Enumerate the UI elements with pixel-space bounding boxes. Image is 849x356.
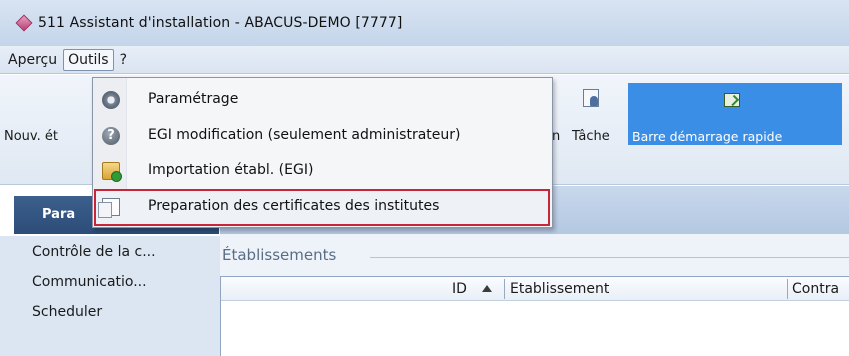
gear-icon — [102, 91, 120, 109]
column-header-id[interactable]: ID — [452, 281, 467, 297]
toolbar-partial-label[interactable]: n — [552, 129, 560, 144]
column-separator[interactable] — [787, 279, 788, 299]
quick-start-icon — [724, 93, 740, 107]
nav-item-controle[interactable]: Contrôle de la c... — [32, 244, 156, 260]
menu-apercu[interactable]: Aperçu — [4, 50, 61, 70]
column-header-etablissement[interactable]: Etablissement — [510, 281, 609, 297]
group-label-etablissements: Établissements — [222, 246, 345, 264]
nav-item-scheduler[interactable]: Scheduler — [32, 304, 102, 320]
app-diamond-icon — [15, 14, 33, 32]
copy-icon — [98, 198, 120, 218]
group-divider — [370, 257, 849, 258]
task-icon[interactable] — [583, 89, 599, 107]
column-header-contra[interactable]: Contra — [792, 281, 839, 297]
menu-item-importation[interactable]: Importation établ. (EGI) — [93, 153, 552, 189]
menu-item-preparation-certificates[interactable]: Preparation des certificates des institu… — [93, 189, 552, 225]
title-bar: 511 Assistant d'installation - ABACUS-DE… — [0, 0, 849, 46]
import-icon — [102, 162, 122, 182]
column-separator[interactable] — [504, 279, 505, 299]
sort-ascending-icon — [482, 285, 492, 292]
task-button[interactable]: Tâche — [572, 129, 610, 144]
menu-help[interactable]: ? — [116, 50, 131, 70]
menu-item-egi-modification[interactable]: ? EGI modification (seulement administra… — [93, 118, 552, 154]
menu-item-label: Preparation des certificates des institu… — [148, 198, 440, 214]
menu-item-label: Paramétrage — [148, 91, 239, 107]
window-title: 511 Assistant d'installation - ABACUS-DE… — [38, 15, 403, 31]
nav-item-communication[interactable]: Communicatio... — [32, 274, 147, 290]
new-establishment-button[interactable]: Nouv. ét — [4, 129, 58, 144]
menu-outils[interactable]: Outils — [63, 48, 114, 71]
grid-header: ID Etablissement Contra — [221, 277, 849, 301]
menu-bar: Aperçu Outils ? — [0, 46, 849, 74]
establishments-grid[interactable]: ID Etablissement Contra — [220, 276, 849, 356]
outils-dropdown-menu: Paramétrage ? EGI modification (seulemen… — [92, 77, 553, 228]
menu-item-label: EGI modification (seulement administrate… — [148, 127, 461, 143]
menu-item-parametrage[interactable]: Paramétrage — [93, 82, 552, 118]
quick-start-label: Barre démarrage rapide — [632, 129, 783, 144]
nav-list: Contrôle de la c... Communicatio... Sche… — [0, 236, 220, 356]
menu-item-label: Importation établ. (EGI) — [148, 162, 314, 178]
help-icon: ? — [102, 127, 120, 145]
quick-start-bar-button[interactable]: Barre démarrage rapide — [628, 83, 842, 145]
